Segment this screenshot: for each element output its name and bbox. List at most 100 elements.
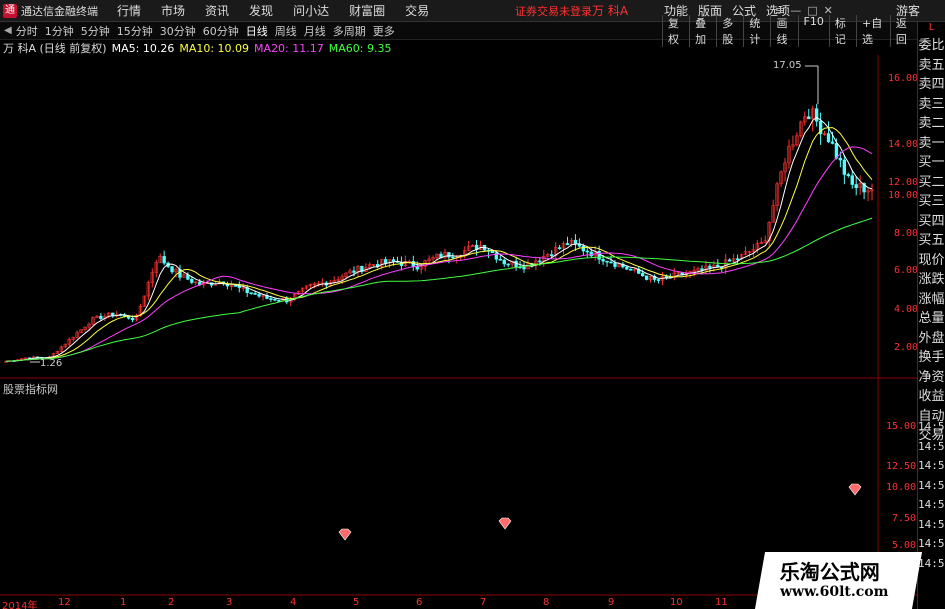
candle-body — [383, 259, 388, 264]
period-weekly[interactable]: 周线 — [275, 23, 297, 39]
app-logo-icon: 通 — [3, 3, 17, 18]
order-label[interactable]: 买五 — [918, 231, 945, 251]
peak-price-label: 17.05 — [773, 60, 802, 71]
order-label[interactable]: 买四 — [918, 212, 945, 232]
signal-gem-icon — [848, 483, 862, 496]
period-multi[interactable]: 多周期 — [333, 23, 366, 39]
period-30min[interactable]: 30分钟 — [160, 23, 196, 39]
candle-body — [629, 268, 633, 271]
period-daily[interactable]: 日线 — [246, 23, 268, 39]
period-more[interactable]: 更多 — [373, 23, 395, 39]
tick-time: 14:50 — [918, 498, 945, 511]
price-tick: 12.00 — [888, 177, 919, 188]
candle-body — [640, 273, 645, 277]
menu-discover[interactable]: 发现 — [249, 2, 273, 19]
menu-markets[interactable]: 市场 — [161, 2, 185, 19]
candle-body — [727, 259, 732, 262]
menu-wealth[interactable]: 财富圈 — [349, 2, 385, 19]
candle-body — [565, 243, 570, 246]
candle-body — [846, 174, 850, 176]
menu-news[interactable]: 资讯 — [205, 2, 229, 19]
menu-market[interactable]: 行情 — [117, 2, 141, 19]
order-label[interactable]: 卖三 — [918, 95, 945, 115]
tool-multi-stock[interactable]: 多股 — [716, 14, 743, 47]
menu-trade[interactable]: 交易 — [405, 2, 429, 19]
tool-draw[interactable]: 画线 — [770, 14, 797, 47]
tick-time: 14:50 — [918, 420, 945, 433]
ma5-value: MA5: 10.26 — [111, 41, 175, 55]
date-tick: 11 — [715, 597, 728, 608]
price-tick: 16.00 — [888, 73, 919, 84]
candle-body — [613, 262, 617, 267]
candle-body — [253, 293, 257, 295]
period-15min[interactable]: 15分钟 — [117, 23, 153, 39]
period-5min[interactable]: 5分钟 — [81, 23, 110, 39]
date-tick: 10 — [670, 597, 683, 608]
indicator-title[interactable]: 股票指标网 — [3, 381, 58, 397]
menu-ask[interactable]: 问小达 — [293, 2, 329, 19]
order-label[interactable]: 卖二 — [918, 114, 945, 134]
candle-body — [190, 278, 194, 283]
price-tick: 2.00 — [894, 342, 919, 353]
tick-time: 14:50 — [918, 537, 945, 550]
candle-body — [830, 141, 835, 144]
candle-body — [850, 175, 854, 185]
order-label[interactable]: 换手 — [918, 348, 945, 368]
candle-body — [826, 133, 831, 143]
date-tick: 8 — [543, 597, 550, 608]
ma-line-ma5 — [5, 116, 873, 362]
login-status[interactable]: 证券交易未登录 — [515, 3, 592, 19]
indicator-signals — [338, 483, 862, 541]
candle-body — [130, 317, 135, 321]
order-label[interactable]: 买二 — [918, 173, 945, 193]
order-label[interactable]: 委比 — [918, 36, 945, 56]
candle-body — [550, 254, 554, 257]
tick-time: 14:50 — [918, 556, 945, 570]
date-tick: 2 — [168, 597, 175, 608]
chart-grid — [0, 55, 917, 596]
watermark-url: www.60lt.com — [779, 584, 889, 600]
tool-f10[interactable]: F10 — [797, 14, 829, 47]
candle-body — [451, 256, 455, 259]
candle-body — [233, 285, 238, 287]
back-arrow-icon[interactable]: ◀ — [4, 25, 12, 36]
signal-gem-icon — [498, 517, 512, 530]
order-label[interactable]: 买一 — [918, 153, 945, 173]
order-label[interactable]: 卖五 — [918, 56, 945, 76]
tool-overlay[interactable]: 叠加 — [689, 14, 716, 47]
app-title: 通达信金融终端 — [21, 4, 98, 18]
period-60min[interactable]: 60分钟 — [203, 23, 239, 39]
candle-body — [162, 256, 166, 264]
candlestick-series[interactable] — [4, 103, 874, 363]
order-label[interactable]: 买三 — [918, 192, 945, 212]
order-label[interactable]: 现价 — [918, 251, 945, 271]
order-label[interactable]: 涨跌 — [918, 270, 945, 290]
candle-body — [99, 315, 103, 319]
indicator-tick: 5.00 — [892, 540, 917, 551]
order-label[interactable]: 净资 — [918, 368, 945, 388]
order-label[interactable]: 涨幅 — [918, 290, 945, 310]
order-label[interactable]: 卖四 — [918, 75, 945, 95]
tool-back[interactable]: 返回 — [889, 14, 917, 47]
candle-body — [557, 247, 562, 249]
candle-body — [842, 159, 847, 175]
watermark-logo: 乐淘公式网 www.60lt.com — [754, 552, 923, 609]
tool-mark[interactable]: 标记 — [828, 14, 856, 47]
candle-body — [273, 298, 277, 301]
date-tick: 1 — [120, 597, 127, 608]
period-timeshare[interactable]: 分时 — [16, 23, 38, 39]
candle-body — [352, 270, 356, 273]
ma10-value: MA10: 10.09 — [179, 41, 250, 55]
order-label[interactable]: 卖一 — [918, 134, 945, 154]
tool-stats[interactable]: 统计 — [743, 14, 770, 47]
candle-body — [391, 259, 396, 262]
candle-body — [589, 251, 593, 257]
tool-add-watchlist[interactable]: +自选 — [855, 14, 890, 47]
order-label[interactable]: 收益 — [918, 387, 945, 407]
period-monthly[interactable]: 月线 — [304, 23, 326, 39]
tool-adjust[interactable]: 复权 — [662, 14, 689, 47]
order-label[interactable]: 总量 — [918, 309, 945, 329]
order-label[interactable]: 外盘 — [918, 329, 945, 349]
period-1min[interactable]: 1分钟 — [45, 23, 74, 39]
tick-time-column: 14:50 14:50 14:50 14:50 14:50 14:50 14:5… — [918, 420, 945, 576]
